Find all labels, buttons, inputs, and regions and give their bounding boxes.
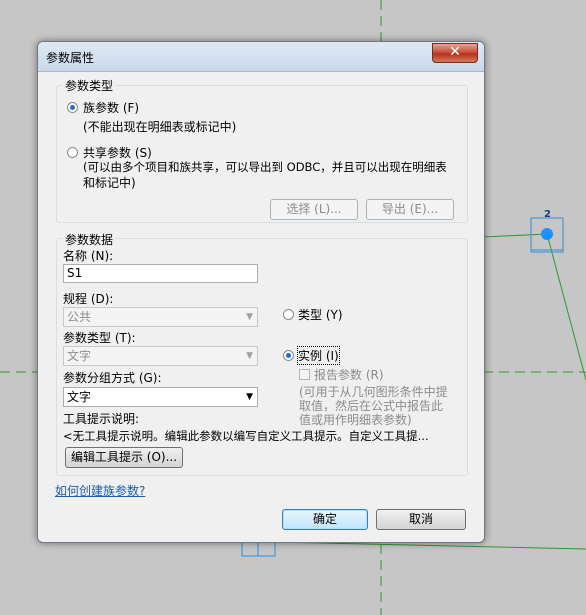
param-type-select[interactable]: 文字 ▼ (63, 346, 258, 366)
dialog-body: 参数类型 族参数 (F) (不能出现在明细表或标记中) 共享参数 (S) (可以… (46, 72, 476, 534)
name-label: 名称 (N): (63, 249, 114, 263)
report-param-label[interactable]: 报告参数 (R) (314, 366, 384, 383)
help-link[interactable]: 如何创建族参数? (55, 482, 145, 499)
dialog-title: 参数属性 (46, 51, 95, 65)
group-by-select[interactable]: 文字 ▼ (63, 387, 258, 407)
param-type-group-title: 参数类型 (63, 77, 116, 94)
export-button[interactable]: 导出 (E)... (366, 199, 454, 220)
title-bar[interactable]: 参数属性 ✕ (38, 42, 484, 72)
family-param-note: (不能出现在明细表或标记中) (83, 120, 237, 134)
name-input[interactable]: S1 (63, 264, 258, 283)
instance-radio-label[interactable]: 实例 (I) (297, 346, 340, 365)
param-type-value: 文字 (67, 349, 92, 363)
group-by-value: 文字 (67, 390, 92, 404)
shared-param-note-2: 和标记中) (83, 176, 136, 190)
param-data-group-title: 参数数据 (63, 231, 116, 248)
instance-radio[interactable] (283, 350, 294, 361)
tooltip-label: 工具提示说明: (63, 412, 140, 426)
tooltip-value: <无工具提示说明。编辑此参数以编写自定义工具提示。自定义工具提... (63, 429, 429, 443)
discipline-value: 公共 (67, 310, 92, 324)
type-radio-label[interactable]: 类型 (Y) (298, 306, 343, 323)
edit-tooltip-button[interactable]: 编辑工具提示 (O)... (65, 447, 183, 468)
chevron-down-icon: ▼ (246, 392, 253, 402)
family-param-radio[interactable] (67, 102, 78, 113)
chevron-down-icon: ▼ (246, 351, 253, 361)
cancel-button[interactable]: 取消 (376, 509, 466, 530)
point-marker[interactable] (541, 228, 553, 240)
report-param-checkbox[interactable] (299, 369, 310, 380)
parameter-properties-dialog: 参数属性 ✕ 参数类型 族参数 (F) (不能出现在明细表或标记中) 共享参数 … (37, 41, 485, 543)
type-radio[interactable] (283, 309, 294, 320)
select-button[interactable]: 选择 (L)... (270, 199, 358, 220)
group-by-label: 参数分组方式 (G): (63, 371, 162, 385)
close-button[interactable]: ✕ (432, 43, 478, 63)
discipline-select[interactable]: 公共 ▼ (63, 307, 258, 327)
discipline-label: 规程 (D): (63, 292, 114, 306)
chevron-down-icon: ▼ (246, 312, 253, 322)
marker-label: 2 (544, 209, 551, 220)
ok-button[interactable]: 确定 (282, 509, 368, 530)
close-icon: ✕ (449, 44, 461, 60)
shared-param-note-1: (可以由多个项目和族共享，可以导出到 ODBC，并且可以出现在明细表 (83, 160, 447, 174)
shared-param-radio[interactable] (67, 147, 78, 158)
family-param-label[interactable]: 族参数 (F) (83, 99, 139, 116)
report-param-note-3: 值或用作明细表参数) (299, 413, 412, 427)
param-type-label: 参数类型 (T): (63, 331, 136, 345)
